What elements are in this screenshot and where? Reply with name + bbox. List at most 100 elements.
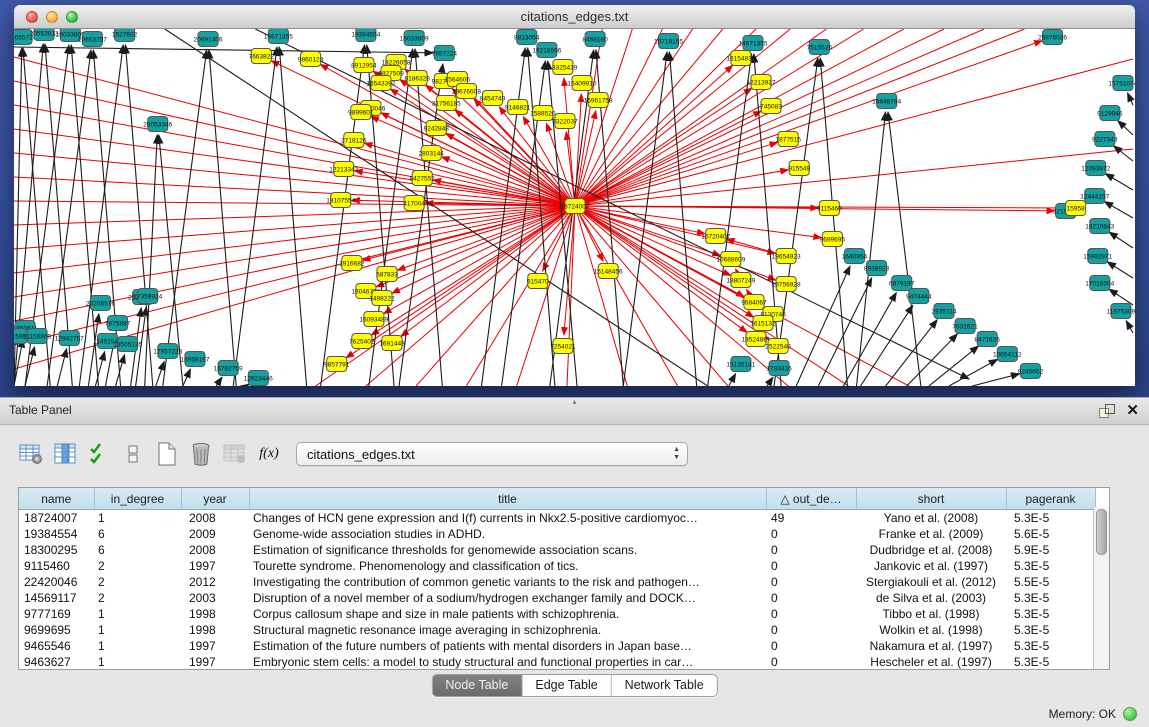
table-row[interactable]: 1456911722003Disruption of a novel membe… (19, 590, 1095, 606)
table-row[interactable]: 1872400712008Changes of HCN gene express… (19, 510, 1095, 527)
graph-node-label: 915470 (527, 278, 549, 285)
graph-node-label: 9227343 (1092, 136, 1118, 143)
graph-node-label: 15720407 (701, 233, 730, 240)
tab-network-table[interactable]: Network Table (612, 675, 717, 696)
table-cell: Estimation of significance thresholds fo… (249, 542, 766, 558)
scrollbar-thumb[interactable] (1096, 509, 1107, 555)
graph-node-label: 2803144 (419, 150, 445, 157)
column-header-title[interactable]: title (249, 488, 766, 510)
table-row[interactable]: 2242004622012Investigating the contribut… (19, 574, 1095, 590)
graph-node-label: 19654923 (772, 253, 801, 260)
table-scrollbar[interactable] (1093, 507, 1109, 669)
table-row[interactable]: 911546021997Tourette syndrome. Phenomeno… (19, 558, 1095, 574)
graph-node-label: 10654112 (993, 351, 1022, 358)
column-header-name[interactable]: name (19, 488, 94, 510)
graph-node-label: 29053346 (143, 121, 172, 128)
tab-edge-table[interactable]: Edge Table (522, 675, 611, 696)
table-cell: 6 (94, 526, 181, 542)
table-cell: 5.3E-5 (1006, 622, 1095, 638)
graph-node-label: 10719155 (654, 38, 683, 45)
graph-node-label: 10653257 (78, 36, 107, 43)
graph-node-label: 1564606 (445, 76, 471, 83)
new-table-button[interactable] (154, 441, 180, 467)
table-toolbar: f(x) citations_edges.txt ▲▼ (18, 439, 688, 469)
graph-node-label: 9684067 (741, 299, 767, 306)
graph-node-label: 7632621 (952, 323, 978, 330)
select-rows-button[interactable] (86, 441, 112, 467)
graph-node-label: 11156869 (23, 333, 51, 340)
table-panel: ▴ Table Panel ✕ (0, 397, 1149, 727)
graph-node-label: 8427552 (409, 175, 435, 182)
graph-node-label: 1527602 (112, 31, 138, 38)
network-graph-canvas[interactable]: 1872400724055724205538131603380910653257… (14, 29, 1135, 386)
table-cell: 1 (94, 654, 181, 670)
graph-node-label: 9860123 (298, 56, 324, 63)
column-header-pagerank[interactable]: pagerank (1006, 488, 1095, 510)
table-settings-button[interactable] (18, 441, 44, 467)
dropdown-arrows-icon: ▲▼ (673, 446, 680, 462)
graph-node-label: 8186328 (404, 75, 430, 82)
table-row[interactable]: 946362711997Embryonic stem cells: a mode… (19, 654, 1095, 670)
table-settings-icon (19, 443, 43, 465)
select-rows-icon (89, 443, 109, 465)
table-row[interactable]: 1830029562008Estimation of significance … (19, 542, 1095, 558)
table-row[interactable]: 969969511998Structural magnetic resonanc… (19, 622, 1095, 638)
graph-node-label: 9474444 (906, 293, 932, 300)
table-cell: Franke et al. (2009) (856, 526, 1006, 542)
graph-node-label: 9857791 (324, 361, 350, 368)
network-view-window[interactable]: citations_edges.txt 18724007240557242055… (14, 5, 1135, 386)
close-panel-icon[interactable]: ✕ (1126, 403, 1139, 418)
table-cell: Dudbridge et al. (2008) (856, 542, 1006, 558)
table-panel-title: Table Panel (9, 398, 72, 423)
table-cell: 5.3E-5 (1006, 590, 1095, 606)
memory-status-label: Memory: OK (1049, 707, 1116, 721)
graph-node-label: 9146821 (505, 104, 531, 111)
graph-node-label: 11675309 (1107, 308, 1135, 315)
graph-node-label: 17359924 (133, 293, 162, 300)
splitter-grip-icon[interactable]: ▴ (572, 397, 576, 406)
column-header-short[interactable]: short (856, 488, 1006, 510)
delete-table-button[interactable] (188, 441, 214, 467)
graph-node-label: 1877515 (775, 136, 801, 143)
column-visibility-button[interactable] (52, 441, 78, 467)
row-height-button[interactable] (120, 441, 146, 467)
graph-node-label: 9245652 (1018, 368, 1044, 375)
table-cell: 5.9E-5 (1006, 542, 1095, 558)
delete-column-button-disabled[interactable] (222, 441, 248, 467)
table-row[interactable]: 977716911998Corpus callosum shape and si… (19, 606, 1095, 622)
table-cell: 0 (766, 590, 856, 606)
table-cell: 1 (94, 510, 181, 527)
row-height-icon (126, 443, 140, 465)
window-titlebar[interactable]: citations_edges.txt (14, 5, 1135, 29)
table-cell: 49 (766, 510, 856, 527)
graph-node-label: 7663822 (249, 53, 275, 60)
table-cell: 9465546 (19, 638, 94, 654)
graph-node-label: 18807249 (726, 277, 755, 284)
table-row[interactable]: 946554611997Estimation of the future num… (19, 638, 1095, 654)
graph-node-label: 8813054 (514, 34, 540, 41)
desktop-background: citations_edges.txt 18724007240557242055… (0, 0, 1149, 397)
function-builder-button[interactable]: f(x) (256, 441, 282, 467)
graph-node-label: 13505135 (113, 341, 142, 348)
table-row[interactable]: 1938455462009Genome-wide association stu… (19, 526, 1095, 542)
table-select-dropdown[interactable]: citations_edges.txt ▲▼ (296, 442, 688, 466)
table-cell: 2 (94, 590, 181, 606)
graph-node-label: 10688609 (716, 256, 745, 263)
graph-node-label: 12444157 (1080, 193, 1109, 200)
table-cell: 0 (766, 526, 856, 542)
table-select-value: citations_edges.txt (307, 447, 415, 462)
table-cell: 1 (94, 622, 181, 638)
graph-node-label: 745083 (760, 103, 782, 110)
column-header-year[interactable]: year (181, 488, 249, 510)
new-document-icon (156, 442, 178, 466)
table-cell: 2 (94, 558, 181, 574)
memory-ok-indicator[interactable] (1123, 707, 1137, 721)
float-panel-icon[interactable] (1099, 404, 1114, 417)
tab-node-table[interactable]: Node Table (432, 675, 522, 696)
table-panel-header[interactable]: ▴ Table Panel ✕ (0, 397, 1149, 425)
column-header-in_degree[interactable]: in_degree (94, 488, 181, 510)
table-cell: 5.3E-5 (1006, 654, 1095, 670)
table-cell: 0 (766, 558, 856, 574)
column-header-out_de[interactable]: △ out_de… (766, 488, 856, 510)
graph-node-label: 417004 (403, 200, 425, 207)
